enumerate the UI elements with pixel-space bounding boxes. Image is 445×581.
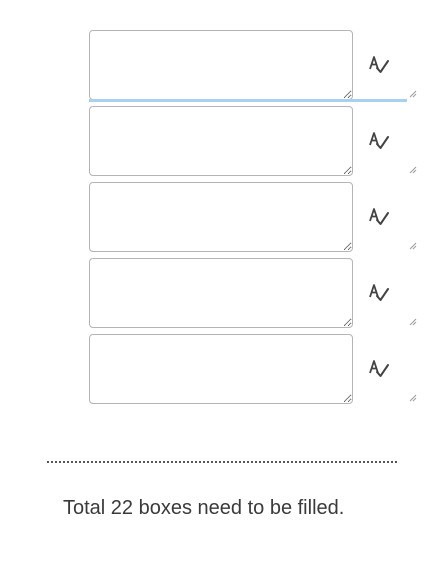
resize-grip-icon bbox=[409, 394, 417, 402]
resize-grip-icon bbox=[409, 166, 417, 174]
spell-check-icon[interactable] bbox=[368, 206, 390, 228]
spell-check-icon[interactable] bbox=[368, 282, 390, 304]
spell-check-icon[interactable] bbox=[368, 358, 390, 380]
answer-textarea[interactable] bbox=[89, 182, 353, 252]
resize-grip-icon bbox=[409, 90, 417, 98]
answer-textarea[interactable] bbox=[89, 258, 353, 328]
boxes-remaining-summary: Total 22 boxes need to be filled. bbox=[63, 497, 345, 519]
answer-row bbox=[89, 258, 419, 328]
answer-row bbox=[89, 30, 419, 100]
answer-textarea[interactable] bbox=[89, 106, 353, 176]
resize-grip-icon bbox=[409, 242, 417, 250]
spell-check-icon[interactable] bbox=[368, 54, 390, 76]
resize-grip-icon bbox=[409, 318, 417, 326]
answer-row bbox=[89, 106, 419, 176]
spell-check-icon[interactable] bbox=[368, 130, 390, 152]
answer-textarea[interactable] bbox=[89, 334, 353, 404]
answer-row bbox=[89, 182, 419, 252]
focus-underline bbox=[89, 99, 407, 102]
answer-row bbox=[89, 334, 419, 404]
answer-textarea[interactable] bbox=[89, 30, 353, 100]
dotted-divider bbox=[47, 461, 397, 463]
